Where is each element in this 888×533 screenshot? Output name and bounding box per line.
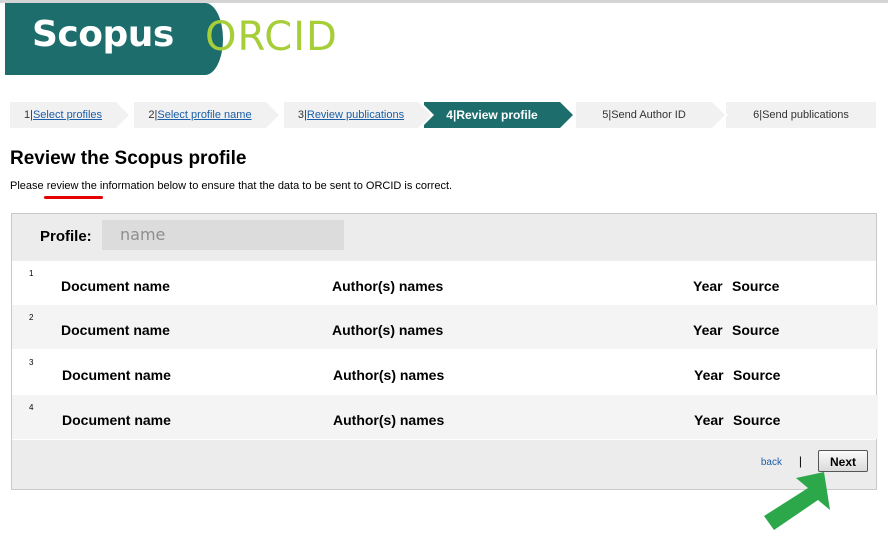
document-name: Document name [61,322,170,338]
step-send-author-id: 5|Send Author ID [576,102,728,128]
page-title: Review the Scopus profile [10,148,247,169]
step-link-select-profile-name[interactable]: Select profile name [157,109,251,121]
profile-header: Profile: name [12,214,876,261]
table-row: 2 Document name Author(s) names Year Sou… [12,305,878,349]
year: Year [693,322,723,338]
step-link-select-profiles[interactable]: Select profiles [33,109,102,121]
year: Year [693,278,723,294]
scopus-logo-text: Scopus [32,14,174,55]
author-names: Author(s) names [333,367,445,383]
next-button[interactable]: Next [818,450,868,472]
step-send-publications: 6|Send publications [726,102,876,128]
review-highlight-underline [44,196,103,199]
source: Source [733,367,781,383]
source: Source [732,278,780,294]
step-select-profile-name[interactable]: 2|Select profile name [134,102,282,128]
profile-panel: Profile: name 1 Document name Author(s) … [11,213,878,490]
orcid-logo-text: ORCID [205,14,338,60]
row-number: 2 [29,313,34,322]
profile-label: Profile: [40,228,92,245]
year: Year [694,367,724,383]
back-link[interactable]: back [761,457,782,468]
table-row: 4 Document name Author(s) names Year Sou… [12,395,878,439]
table-row: 1 Document name Author(s) names Year Sou… [12,261,878,305]
row-number: 4 [29,403,34,412]
document-name: Document name [61,278,170,294]
row-number: 3 [29,358,34,367]
intro-text: Please review the information below to e… [10,180,453,192]
table-row: 3 Document name Author(s) names Year Sou… [12,350,878,394]
document-name: Document name [62,367,171,383]
source: Source [732,322,780,338]
step-select-profiles[interactable]: 1|Select profiles [10,102,132,128]
profile-name-field: name [102,220,344,250]
author-names: Author(s) names [332,278,444,294]
step-review-profile: 4|Review profile [424,102,576,128]
document-name: Document name [62,412,171,428]
source: Source [733,412,781,428]
footer-separator: | [798,454,802,468]
author-names: Author(s) names [332,322,444,338]
panel-footer: back | Next [12,440,876,489]
step-link-review-publications[interactable]: Review publications [307,109,404,121]
row-number: 1 [29,269,34,278]
step-review-publications[interactable]: 3|Review publications [284,102,434,128]
year: Year [694,412,724,428]
green-arrow-icon [764,472,830,530]
wizard-steps: 1|Select profiles 2|Select profile name … [10,102,878,128]
author-names: Author(s) names [333,412,445,428]
